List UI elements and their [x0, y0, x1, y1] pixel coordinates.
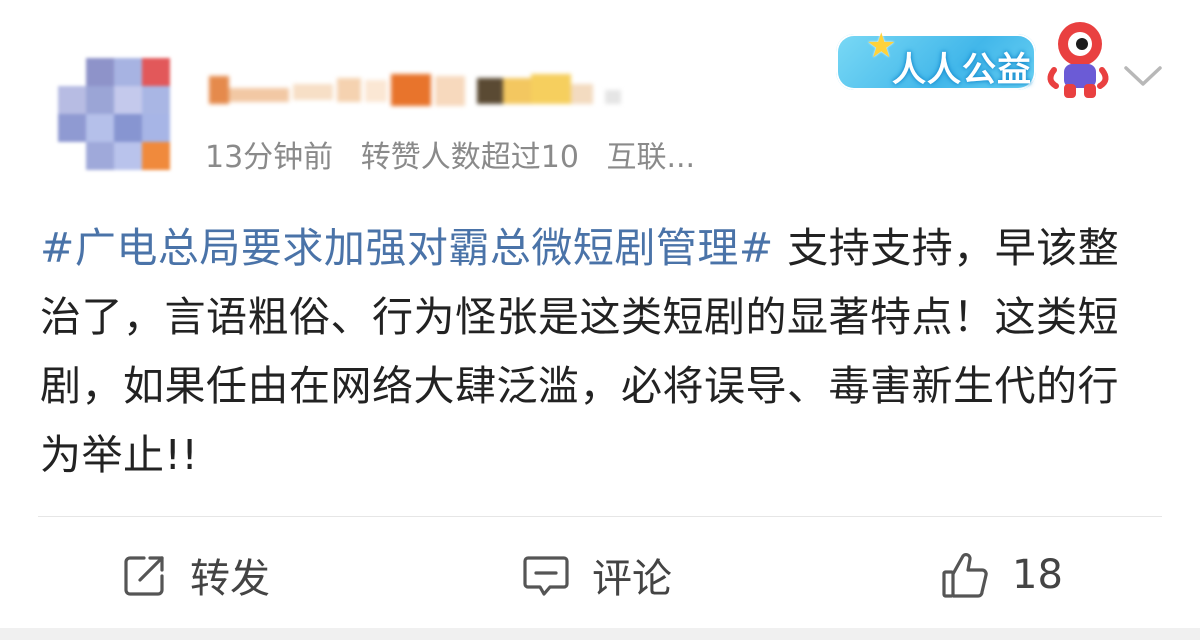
- comment-button[interactable]: 评论: [522, 540, 672, 610]
- charity-badge[interactable]: ★ 人人公益: [836, 14, 1116, 104]
- avatar[interactable]: [58, 58, 170, 170]
- mascot-icon: [1047, 22, 1109, 98]
- comment-icon: [523, 556, 569, 596]
- comment-label: 评论: [592, 556, 672, 602]
- repost-label: 转发: [190, 556, 270, 602]
- divider: [38, 516, 1162, 517]
- repost-note: 转赞人数超过10: [360, 140, 579, 175]
- post-source[interactable]: 互联...: [606, 140, 695, 175]
- weibo-post-card: 13分钟前 转赞人数超过10 互联... ★ 人人公益 #广电总局要求加强对霸总…: [0, 0, 1200, 628]
- repost-icon: [124, 556, 164, 596]
- like-button[interactable]: 18: [940, 540, 1063, 610]
- repost-button[interactable]: 转发: [122, 540, 270, 610]
- username-blurred[interactable]: [205, 70, 635, 110]
- post-time: 13分钟前: [205, 140, 334, 175]
- post-text: #广电总局要求加强对霸总微短剧管理# 支持支持，早该整治了，言语粗俗、行为怪张是…: [40, 214, 1160, 490]
- thumbs-up-icon: [942, 553, 988, 598]
- action-bar: 转发 评论 18: [0, 540, 1200, 610]
- chevron-down-icon[interactable]: [1120, 58, 1166, 94]
- post-meta: 13分钟前 转赞人数超过10 互联...: [205, 138, 713, 178]
- like-count: 18: [1012, 552, 1063, 598]
- page-bottom-gap: [0, 628, 1200, 640]
- badge-label: 人人公益: [892, 50, 1032, 90]
- hashtag-link[interactable]: #广电总局要求加强对霸总微短剧管理#: [40, 224, 774, 272]
